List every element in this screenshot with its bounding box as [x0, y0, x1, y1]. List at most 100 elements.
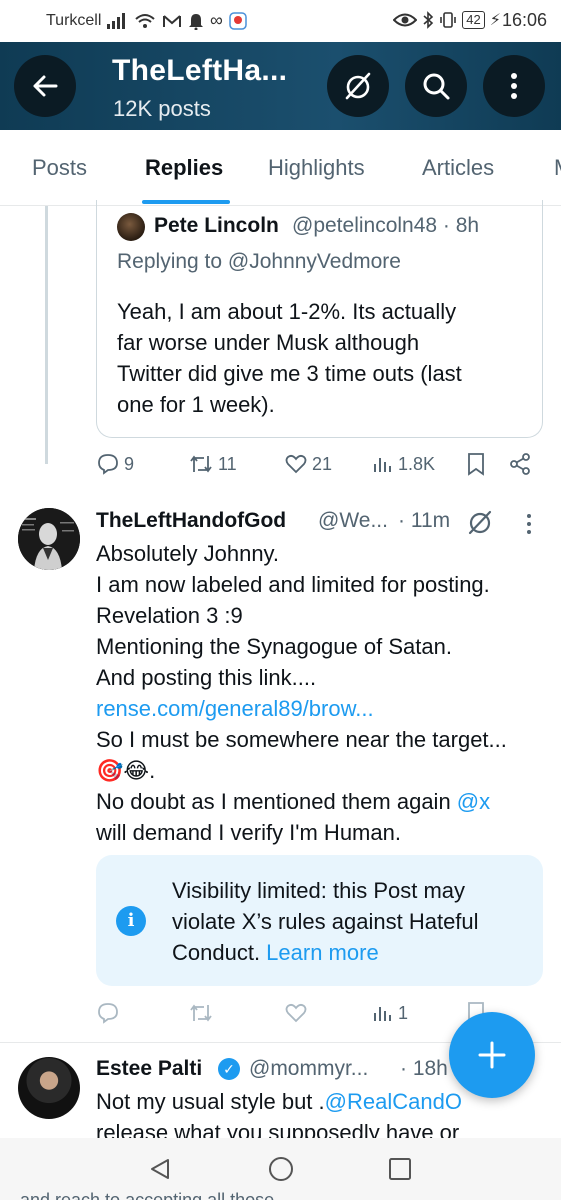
avatar[interactable] [18, 1057, 80, 1119]
reply-icon [98, 454, 118, 475]
author-name[interactable]: TheLeftHandofGod [96, 509, 286, 533]
post-text: Yeah, I am about 1-2%. Its actually far … [117, 296, 527, 420]
gmail-icon [163, 14, 181, 27]
grok-button[interactable] [327, 55, 389, 117]
battery-level: 42 [462, 11, 485, 29]
bookmark-icon [468, 453, 484, 476]
post-text-line: Mentioning the Synagogue of Satan. [96, 634, 452, 659]
heart-icon [285, 1003, 307, 1023]
avatar[interactable] [18, 508, 80, 570]
like-count: 21 [312, 453, 333, 474]
heart-icon [285, 454, 307, 474]
post-text-line: Absolutely Johnny. [96, 541, 280, 566]
status-right-icons: 42 ⚡ [393, 10, 501, 30]
tab-highlights[interactable]: Highlights [268, 155, 365, 181]
post-text-fragment: No doubt as I mentioned them again [96, 789, 457, 814]
repost-icon [190, 455, 212, 473]
views-count: 1.8K [398, 453, 436, 474]
like-button[interactable]: 21 [284, 452, 332, 476]
post-text-line: far worse under Musk although [117, 330, 420, 355]
share-icon [510, 453, 530, 475]
tab-replies[interactable]: Replies [145, 155, 223, 181]
carrier-label: Turkcell [46, 12, 102, 29]
post-text-line: I am now labeled and limited for posting… [96, 572, 490, 597]
post-time: · 18h [400, 1057, 448, 1080]
mention-link[interactable]: @RealCand [325, 1089, 445, 1114]
post-text-line: Revelation 3 :9 [96, 603, 243, 628]
reply-button[interactable]: 9 [96, 452, 134, 476]
more-vertical-icon [511, 73, 517, 99]
more-options-button[interactable] [483, 55, 545, 117]
bluetooth-icon [423, 11, 434, 29]
grok-icon[interactable] [466, 508, 494, 536]
post-text-line: So I must be somewhere near the target..… [96, 727, 507, 752]
like-button[interactable] [284, 1001, 308, 1025]
avatar[interactable] [117, 213, 145, 241]
views-icon [374, 458, 391, 472]
tab-articles[interactable]: Articles [422, 155, 494, 181]
repost-icon [190, 1004, 212, 1022]
mention-link-tail[interactable]: O [445, 1089, 462, 1114]
share-button[interactable] [508, 452, 532, 476]
visibility-limited-notice: i Visibility limited: this Post may viol… [96, 855, 543, 986]
views-button[interactable]: 1 [372, 1001, 408, 1025]
repost-button[interactable]: 11 [188, 452, 237, 476]
signal-icon [107, 12, 125, 29]
repost-button[interactable] [188, 1001, 214, 1025]
repost-count: 11 [218, 453, 237, 474]
views-button[interactable]: 1.8K [372, 452, 435, 476]
post-text-line: one for 1 week). [117, 392, 275, 417]
back-button[interactable] [14, 55, 76, 117]
notice-text: Visibility limited: this Post may violat… [172, 875, 522, 968]
bell-icon [189, 13, 203, 30]
tab-posts[interactable]: Posts [32, 155, 87, 181]
back-arrow-icon [33, 75, 58, 97]
author-name[interactable]: Estee Palti [96, 1057, 202, 1081]
quoted-post[interactable]: Pete Lincoln @petelincoln48 · 8h Replyin… [96, 200, 543, 438]
learn-more-link[interactable]: Learn more [266, 940, 379, 965]
compose-post-button[interactable] [449, 1012, 535, 1098]
home-circle-icon[interactable] [268, 1156, 294, 1182]
vibrate-icon [440, 12, 457, 28]
post-text-fragment: Not my usual style but . [96, 1089, 325, 1114]
status-left-icons: ∞ [106, 10, 247, 31]
post-time: · 11m [398, 509, 451, 532]
author-name[interactable]: Pete Lincoln [154, 214, 279, 238]
post-text-line: No doubt as I mentioned them again @x [96, 786, 546, 817]
reply-icon [98, 1003, 118, 1024]
external-link[interactable]: rense.com/general89/brow... [96, 693, 546, 724]
bookmark-button[interactable] [466, 452, 486, 476]
obscured-post-text: and reach to accepting all those [20, 1190, 275, 1200]
tab-media[interactable]: M [554, 155, 561, 181]
verified-badge-icon: ✓ [218, 1058, 240, 1080]
replying-to-label: Replying to @JohnnyVedmore [117, 250, 401, 273]
post-text-line: will demand I verify I'm Human. [96, 820, 401, 845]
wifi-icon [135, 13, 155, 28]
clock: 16:06 [501, 10, 547, 30]
thread-connector-line [45, 206, 48, 464]
grok-icon [345, 72, 371, 100]
post-count: 12K posts [113, 96, 211, 121]
location-app-icon [229, 11, 247, 30]
reply-button[interactable] [96, 1001, 120, 1025]
post-emoji-line: 🎯😂. [96, 758, 156, 783]
profile-header: TheLeftHa... 12K posts [0, 42, 561, 130]
post-actions: 9 11 21 1.8K [96, 452, 536, 482]
status-bar: Turkcell ∞ 42 ⚡ 16:06 [0, 0, 561, 42]
back-triangle-icon[interactable] [148, 1157, 172, 1181]
eye-icon [393, 13, 418, 27]
search-button[interactable] [405, 55, 467, 117]
search-icon [423, 73, 450, 100]
author-handle: @mommyr... [249, 1057, 369, 1080]
post-text: Absolutely Johnny. I am now labeled and … [96, 538, 546, 848]
post-text-line: And posting this link.... [96, 665, 317, 690]
profile-tabs: Posts Replies Highlights Articles M [0, 130, 561, 206]
reply-count: 9 [124, 453, 135, 474]
views-count: 1 [398, 1002, 409, 1023]
page-title: TheLeftHa... [112, 54, 288, 87]
avatar-portrait-image [18, 508, 80, 570]
mention-link[interactable]: @x [457, 789, 490, 814]
author-handle-time: @petelincoln48 · 8h [292, 214, 480, 237]
recents-square-icon[interactable] [388, 1157, 412, 1181]
more-options-icon[interactable] [525, 512, 533, 536]
